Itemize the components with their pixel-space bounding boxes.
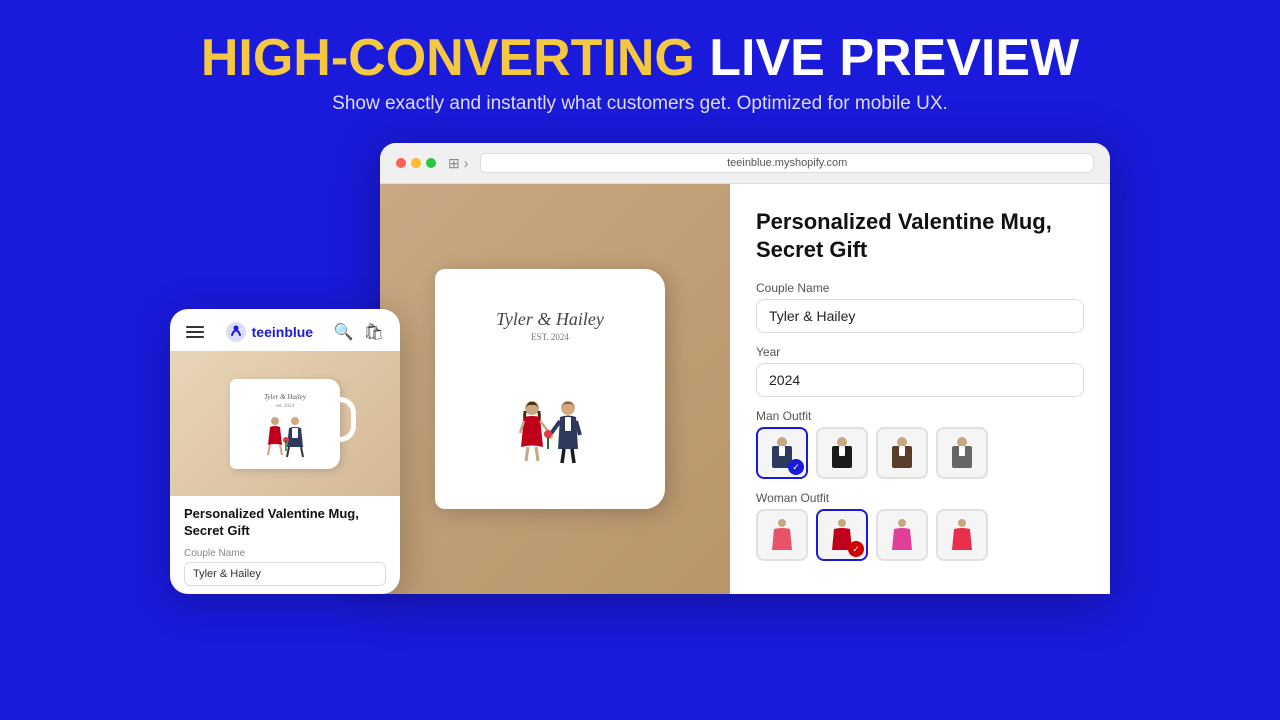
mobile-card: teeinblue 🔍 🛍 Tyler & Hailey est. 2024 bbox=[170, 309, 400, 594]
maximize-dot[interactable] bbox=[426, 158, 436, 168]
mug-illustration-mobile: Tyler & Hailey est. 2024 bbox=[230, 379, 340, 469]
cart-icon[interactable]: 🛍 bbox=[364, 322, 384, 342]
man-suit-brown-icon bbox=[888, 436, 916, 470]
close-dot[interactable] bbox=[396, 158, 406, 168]
product-panel: Personalized Valentine Mug, Secret Gift … bbox=[730, 184, 1110, 594]
man-outfit-label: Man Outfit bbox=[756, 409, 1084, 423]
page-header: HIGH-CONVERTING LIVE PREVIEW Show exactl… bbox=[201, 30, 1079, 115]
year-input[interactable] bbox=[756, 363, 1084, 397]
couple-name-field-group: Couple Name bbox=[756, 281, 1084, 333]
couple-figures-svg bbox=[510, 399, 590, 469]
brand-logo-area: teeinblue bbox=[225, 321, 313, 343]
man-outfit-navy[interactable]: ✓ bbox=[756, 427, 808, 479]
browser-url-bar[interactable]: teeinblue.myshopify.com bbox=[480, 153, 1094, 173]
couple-figures-mobile bbox=[260, 415, 310, 459]
woman-outfit-field-group: Woman Outfit bbox=[756, 491, 1084, 561]
showcase-container: teeinblue 🔍 🛍 Tyler & Hailey est. 2024 bbox=[0, 143, 1280, 594]
mug-large-container: Tyler & Hailey EST. 2024 bbox=[425, 249, 685, 529]
man-suit-gray-icon bbox=[948, 436, 976, 470]
man-outfit-options: ✓ bbox=[756, 427, 1084, 479]
woman-dress-pink-icon bbox=[770, 518, 794, 552]
woman-outfit-pink[interactable] bbox=[756, 509, 808, 561]
man-outfit-brown[interactable] bbox=[876, 427, 928, 479]
desktop-card: ⊞ › teeinblue.myshopify.com Tyler & Hail… bbox=[380, 143, 1110, 594]
man-outfit-field-group: Man Outfit ✓ bbox=[756, 409, 1084, 479]
browser-bar: ⊞ › teeinblue.myshopify.com bbox=[380, 143, 1110, 184]
mug-couple-text-large: Tyler & Hailey EST. 2024 bbox=[496, 309, 604, 342]
page-subtitle: Show exactly and instantly what customer… bbox=[201, 93, 1079, 115]
product-title: Personalized Valentine Mug, Secret Gift bbox=[756, 208, 1084, 263]
mobile-header: teeinblue 🔍 🛍 bbox=[170, 309, 400, 351]
man-outfit-gray[interactable] bbox=[936, 427, 988, 479]
mug-large: Tyler & Hailey EST. 2024 bbox=[435, 269, 665, 509]
desktop-product-image: Tyler & Hailey EST. 2024 bbox=[380, 184, 730, 594]
page-title: HIGH-CONVERTING LIVE PREVIEW bbox=[201, 30, 1079, 87]
hamburger-menu[interactable] bbox=[186, 326, 204, 338]
mug-handle bbox=[663, 329, 665, 409]
browser-forward-icon[interactable]: › bbox=[464, 155, 469, 171]
minimize-dot[interactable] bbox=[411, 158, 421, 168]
mobile-couple-name-input[interactable] bbox=[184, 562, 386, 586]
mobile-product-image: Tyler & Hailey est. 2024 bbox=[170, 351, 400, 496]
mobile-product-title: Personalized Valentine Mug, Secret Gift bbox=[184, 506, 386, 540]
search-icon[interactable]: 🔍 bbox=[334, 322, 354, 342]
woman-outfit-label: Woman Outfit bbox=[756, 491, 1084, 505]
woman-outfit-coral[interactable] bbox=[936, 509, 988, 561]
browser-window-controls bbox=[396, 158, 436, 168]
product-options-form: Couple Name Year Man Outfit bbox=[756, 281, 1084, 561]
woman-dress-hotpink-icon bbox=[890, 518, 914, 552]
woman-outfit-red[interactable]: ✓ bbox=[816, 509, 868, 561]
browser-content: Tyler & Hailey EST. 2024 bbox=[380, 184, 1110, 594]
title-rest: LIVE PREVIEW bbox=[695, 29, 1079, 87]
woman-selected-check-icon: ✓ bbox=[848, 541, 864, 557]
brand-icon bbox=[225, 321, 247, 343]
year-field-group: Year bbox=[756, 345, 1084, 397]
man-outfit-black[interactable] bbox=[816, 427, 868, 479]
man-suit-black-icon bbox=[828, 436, 856, 470]
mobile-couple-name-label: Couple Name bbox=[184, 548, 386, 559]
woman-outfit-options: ✓ bbox=[756, 509, 1084, 561]
woman-dress-coral-icon bbox=[950, 518, 974, 552]
browser-grid-icon: ⊞ bbox=[448, 155, 460, 172]
woman-outfit-hotpink[interactable] bbox=[876, 509, 928, 561]
brand-name: teeinblue bbox=[252, 324, 313, 340]
title-highlight: HIGH-CONVERTING bbox=[201, 29, 695, 87]
couple-name-label: Couple Name bbox=[756, 281, 1084, 295]
couple-figures-large bbox=[510, 399, 590, 469]
mobile-product-info: Personalized Valentine Mug, Secret Gift … bbox=[170, 496, 400, 594]
year-label: Year bbox=[756, 345, 1084, 359]
couple-name-input[interactable] bbox=[756, 299, 1084, 333]
mobile-nav-icons: 🔍 🛍 bbox=[334, 322, 384, 342]
browser-nav: ⊞ › bbox=[448, 155, 468, 172]
mug-couple-text-mobile: Tyler & Hailey est. 2024 bbox=[264, 393, 306, 409]
selected-check-icon: ✓ bbox=[788, 459, 804, 475]
